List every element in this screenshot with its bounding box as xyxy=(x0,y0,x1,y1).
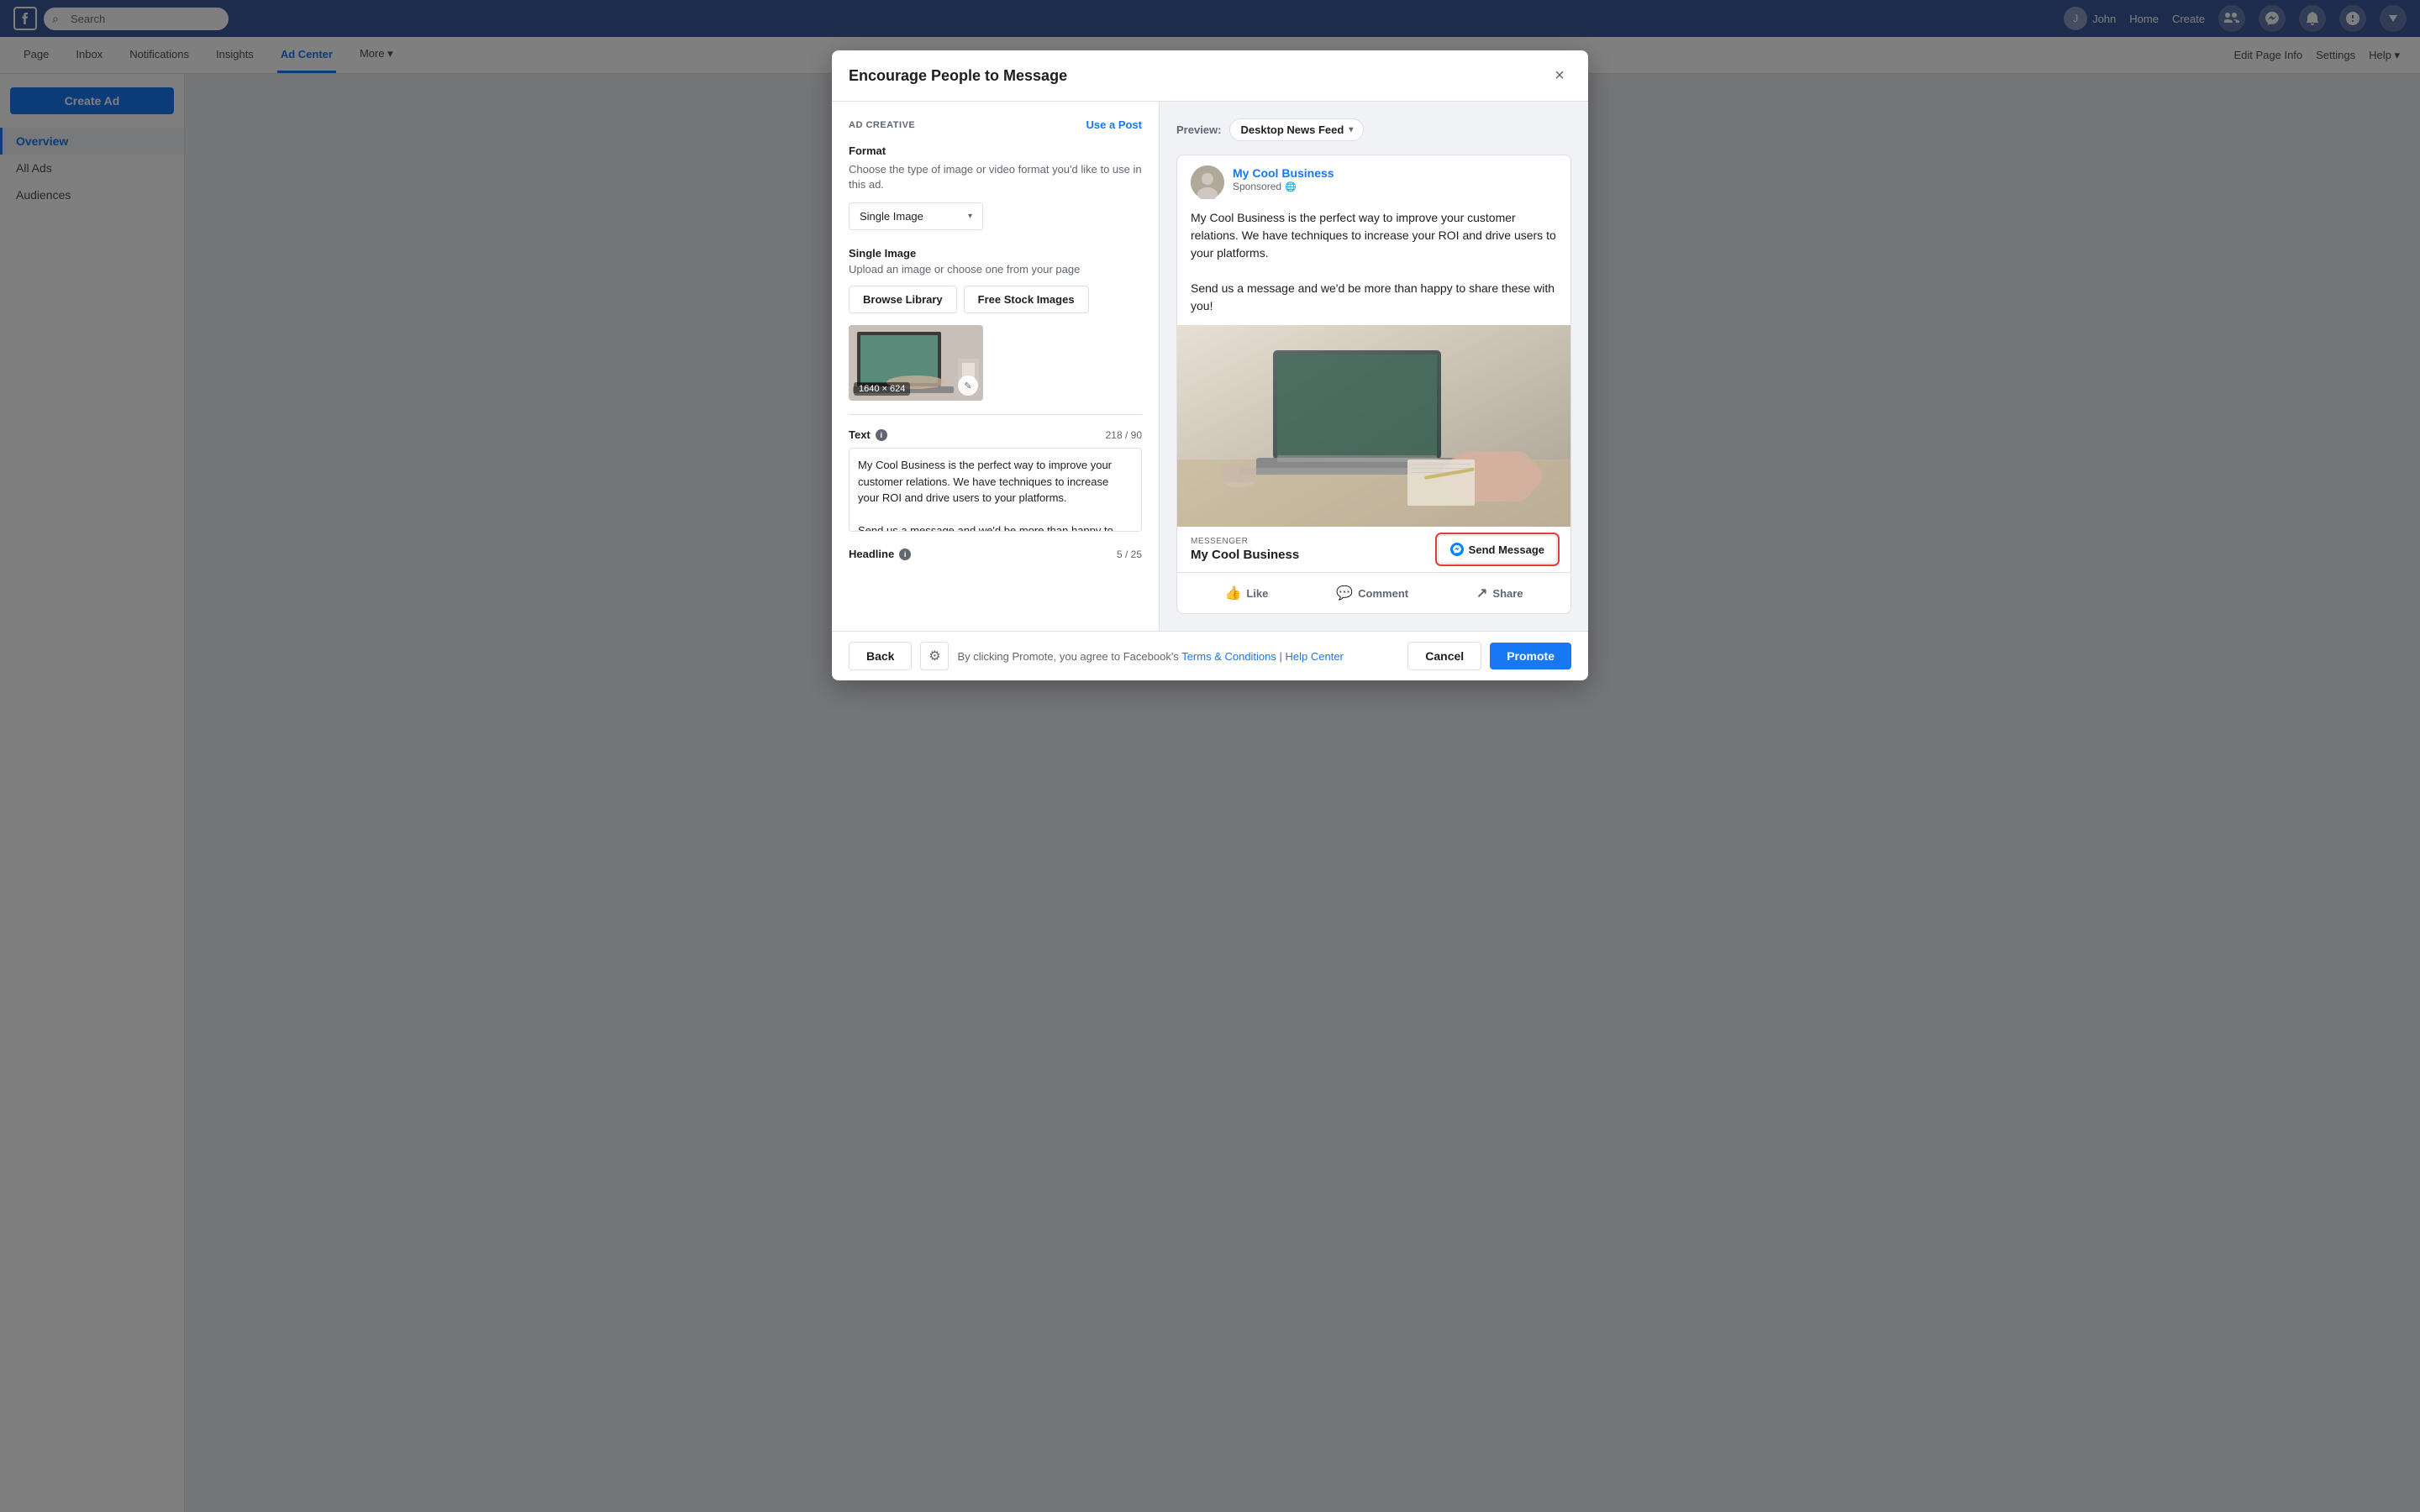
browse-library-button[interactable]: Browse Library xyxy=(849,286,957,313)
headline-char-count: 5 / 25 xyxy=(1117,549,1142,560)
ad-page-info: My Cool Business Sponsored 🌐 xyxy=(1233,165,1557,192)
modal-close-button[interactable]: × xyxy=(1548,64,1571,87)
terms-conditions-link[interactable]: Terms & Conditions xyxy=(1181,650,1276,663)
ad-text-paragraph-1: My Cool Business is the perfect way to i… xyxy=(1191,209,1557,262)
image-section-desc: Upload an image or choose one from your … xyxy=(849,263,1142,276)
ad-card-header: My Cool Business Sponsored 🌐 xyxy=(1177,155,1570,209)
comment-label: Comment xyxy=(1358,587,1408,600)
share-label: Share xyxy=(1492,587,1523,600)
image-dimensions-label: 1640 × 624 xyxy=(854,382,910,396)
terms-text-before: By clicking Promote, you agree to Facebo… xyxy=(957,650,1181,663)
send-message-button[interactable]: Send Message xyxy=(1438,535,1557,564)
format-section-desc: Choose the type of image or video format… xyxy=(849,162,1142,192)
messenger-label: MESSENGER xyxy=(1191,537,1299,546)
text-info-icon[interactable]: i xyxy=(876,429,887,441)
send-message-label: Send Message xyxy=(1469,543,1544,556)
like-label: Like xyxy=(1246,587,1268,600)
modal-left-panel: AD CREATIVE Use a Post Format Choose the… xyxy=(832,102,1160,631)
ad-sponsored-label: Sponsored 🌐 xyxy=(1233,181,1557,192)
back-button[interactable]: Back xyxy=(849,642,912,670)
text-label: Text xyxy=(849,428,871,441)
comment-icon: 💬 xyxy=(1336,585,1353,601)
ad-preview-card: My Cool Business Sponsored 🌐 My Cool Bus… xyxy=(1176,155,1571,614)
free-stock-images-button[interactable]: Free Stock Images xyxy=(964,286,1089,313)
headline-label: Headline i xyxy=(849,548,911,560)
modal-header: Encourage People to Message × xyxy=(832,50,1588,102)
modal-body: AD CREATIVE Use a Post Format Choose the… xyxy=(832,102,1588,631)
preview-dropdown-value: Desktop News Feed xyxy=(1240,123,1344,136)
panel-header: AD CREATIVE Use a Post xyxy=(849,118,1142,131)
preview-label: Preview: xyxy=(1176,123,1221,136)
image-buttons: Browse Library Free Stock Images xyxy=(849,286,1142,313)
help-center-link[interactable]: Help Center xyxy=(1286,650,1344,663)
ad-body-text: My Cool Business is the perfect way to i… xyxy=(1177,209,1570,325)
ad-footer: MESSENGER My Cool Business Send Message xyxy=(1177,527,1570,572)
like-action-button[interactable]: 👍 Like xyxy=(1214,580,1278,606)
share-icon: ↗ xyxy=(1476,585,1487,601)
footer-terms-text: By clicking Promote, you agree to Facebo… xyxy=(957,650,1399,663)
gear-icon: ⚙ xyxy=(929,648,940,664)
divider-1 xyxy=(849,414,1142,415)
edit-icon: ✎ xyxy=(964,381,971,391)
format-section-label: Format xyxy=(849,144,1142,157)
ad-image-area xyxy=(1177,325,1570,527)
cancel-button[interactable]: Cancel xyxy=(1407,642,1481,670)
use-post-link[interactable]: Use a Post xyxy=(1086,118,1142,131)
image-preview: 1640 × 624 ✎ xyxy=(849,325,983,401)
text-section-title: Text i xyxy=(849,428,887,441)
gear-settings-button[interactable]: ⚙ xyxy=(920,642,949,670)
terms-separator: | xyxy=(1276,650,1286,663)
share-action-button[interactable]: ↗ Share xyxy=(1466,580,1534,606)
text-section-header: Text i 218 / 90 xyxy=(849,428,1142,441)
headline-text-label: Headline xyxy=(849,548,894,560)
format-dropdown[interactable]: Single Image ▾ xyxy=(849,202,983,230)
comment-action-button[interactable]: 💬 Comment xyxy=(1326,580,1418,606)
encourage-message-modal: Encourage People to Message × AD CREATIV… xyxy=(832,50,1588,680)
ad-business-name: My Cool Business xyxy=(1191,548,1299,562)
headline-info-icon[interactable]: i xyxy=(899,549,911,560)
ad-actions: 👍 Like 💬 Comment ↗ Share xyxy=(1177,572,1570,613)
format-dropdown-arrow: ▾ xyxy=(968,212,972,221)
text-input[interactable]: My Cool Business is the perfect way to i… xyxy=(849,448,1142,532)
preview-header: Preview: Desktop News Feed ▾ xyxy=(1176,118,1571,141)
format-dropdown-value: Single Image xyxy=(860,210,923,223)
globe-icon: 🌐 xyxy=(1285,181,1297,192)
modal-title: Encourage People to Message xyxy=(849,67,1067,85)
like-icon: 👍 xyxy=(1224,585,1241,601)
preview-dropdown-arrow: ▾ xyxy=(1349,125,1353,134)
image-section-label: Single Image xyxy=(849,247,1142,260)
text-char-count: 218 / 90 xyxy=(1106,429,1142,441)
messenger-btn-icon xyxy=(1450,543,1464,556)
ad-creative-label: AD CREATIVE xyxy=(849,120,915,130)
ad-page-name[interactable]: My Cool Business xyxy=(1233,165,1557,181)
promote-button[interactable]: Promote xyxy=(1490,643,1571,669)
ad-text-paragraph-2: Send us a message and we'd be more than … xyxy=(1191,280,1557,315)
ad-footer-left: MESSENGER My Cool Business xyxy=(1191,537,1299,562)
modal-overlay: Encourage People to Message × AD CREATIV… xyxy=(0,0,2420,1512)
headline-section: Headline i 5 / 25 xyxy=(849,548,1142,560)
preview-dropdown[interactable]: Desktop News Feed ▾ xyxy=(1229,118,1364,141)
modal-footer: Back ⚙ By clicking Promote, you agree to… xyxy=(832,631,1588,680)
ad-page-avatar xyxy=(1191,165,1224,199)
modal-right-panel: Preview: Desktop News Feed ▾ xyxy=(1160,102,1588,631)
